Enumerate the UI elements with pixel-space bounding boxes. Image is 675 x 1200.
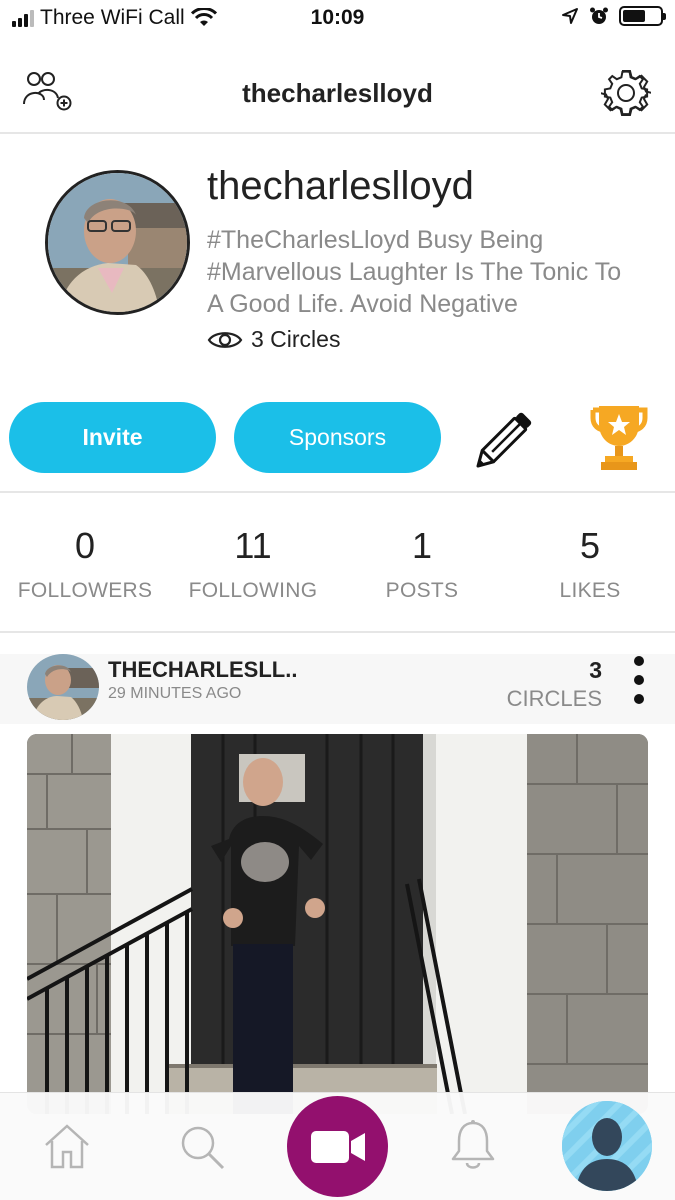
status-right xyxy=(561,6,666,26)
stat-likes[interactable]: 5 LIKES xyxy=(505,525,675,603)
page-title: thecharleslloyd xyxy=(242,78,433,108)
stat-posts[interactable]: 1 POSTS xyxy=(337,525,507,603)
divider xyxy=(0,491,675,493)
location-icon xyxy=(562,8,578,24)
bio-line: #TheCharlesLloyd Busy Being xyxy=(207,226,544,254)
stat-label: LIKES xyxy=(559,579,621,602)
home-icon[interactable] xyxy=(42,1121,92,1171)
post-header: THECHARLESLL.. 29 MINUTES AGO 3 CIRCLES xyxy=(0,654,675,724)
circles-count: 3 Circles xyxy=(251,326,341,352)
stat-value: 1 xyxy=(411,525,433,566)
edit-pencil-icon[interactable] xyxy=(472,402,542,472)
post-username[interactable]: THECHARLESLL.. xyxy=(108,657,297,683)
trophy-icon[interactable] xyxy=(585,404,653,470)
invite-button[interactable]: Invite xyxy=(9,402,216,473)
post-image[interactable] xyxy=(27,734,648,1114)
sponsors-button[interactable]: Sponsors xyxy=(234,402,441,473)
divider xyxy=(0,631,675,633)
profile-bio: #TheCharlesLloyd Busy Being #Marvellous … xyxy=(207,224,657,320)
post-circles-count: 3 xyxy=(589,657,602,683)
post-time: 29 MINUTES AGO xyxy=(108,685,242,702)
post-circles-label: CIRCLES xyxy=(506,686,602,711)
stat-value: 5 xyxy=(579,525,601,566)
profile-avatar[interactable] xyxy=(45,170,190,315)
stat-label: POSTS xyxy=(385,579,459,602)
stat-followers[interactable]: 0 FOLLOWERS xyxy=(0,525,170,603)
video-camera-icon xyxy=(310,1130,365,1163)
record-video-button[interactable] xyxy=(287,1096,388,1197)
circles-link[interactable]: 3 Circles xyxy=(207,326,340,353)
bell-icon[interactable] xyxy=(449,1119,497,1171)
profile-name: thecharleslloyd xyxy=(207,164,474,208)
eye-icon xyxy=(207,331,243,348)
stat-label: FOLLOWING xyxy=(188,579,318,602)
profile-tab-avatar[interactable] xyxy=(562,1101,652,1191)
stat-label: FOLLOWERS xyxy=(17,579,153,602)
battery-icon xyxy=(619,6,666,26)
gear-icon[interactable] xyxy=(601,68,651,118)
stat-value: 0 xyxy=(74,525,96,566)
stat-following[interactable]: 11 FOLLOWING xyxy=(168,525,338,603)
stat-value: 11 xyxy=(234,525,272,566)
post-avatar[interactable] xyxy=(27,654,99,720)
tab-bar xyxy=(0,1092,675,1200)
more-options-icon[interactable] xyxy=(633,656,645,704)
app-header: thecharleslloyd xyxy=(0,50,675,134)
status-bar: Three WiFi Call 10:09 xyxy=(0,0,675,40)
bio-line: A Good Life. Avoid Negative xyxy=(207,290,518,318)
battery-level xyxy=(623,10,645,22)
search-icon[interactable] xyxy=(178,1123,226,1171)
alarm-icon xyxy=(590,7,608,24)
bio-line: #Marvellous Laughter Is The Tonic To xyxy=(207,258,622,286)
